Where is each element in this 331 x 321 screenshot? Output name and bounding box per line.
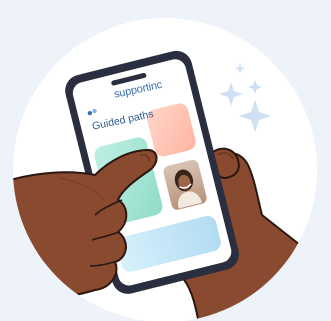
illustration-canvas (13, 18, 317, 321)
illustration: supportinc Guided paths (0, 0, 331, 321)
